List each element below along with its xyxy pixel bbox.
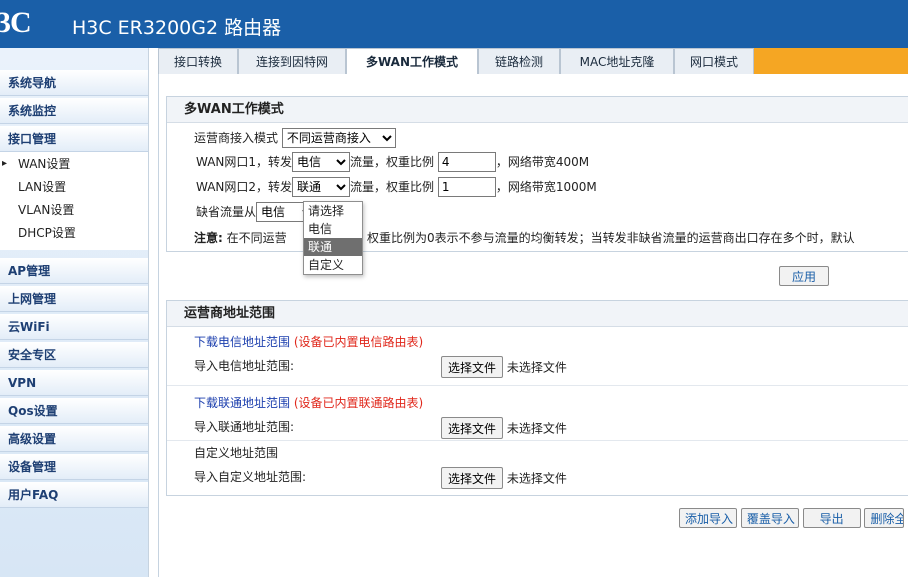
- h3c-logo: 3C: [0, 6, 32, 39]
- telecom-download-row: 下载电信地址范围 (设备已内置电信路由表): [194, 333, 423, 350]
- sidebar-item-system-monitor[interactable]: 系统监控: [0, 98, 148, 124]
- wan2-weight-label: 流量，权重比例: [350, 180, 435, 194]
- telecom-file-row: 选择文件 未选择文件: [441, 356, 567, 378]
- sidebar-item-vpn[interactable]: VPN: [0, 370, 148, 396]
- sidebar-item-security[interactable]: 安全专区: [0, 342, 148, 368]
- isp-mode-select[interactable]: 不同运营商接入: [281, 128, 396, 148]
- panel-title: 运营商地址范围: [167, 301, 908, 327]
- wan1-bandwidth: ，网络带宽400M: [495, 155, 590, 169]
- isp-mode-label: 运营商接入模式: [194, 131, 279, 145]
- dropdown-option-please-select[interactable]: 请选择: [304, 202, 362, 220]
- custom-file-row: 选择文件 未选择文件: [441, 467, 567, 489]
- wan2-label: WAN网口2，转发: [196, 180, 293, 194]
- default-traffic-row: 缺省流量从 电信: [196, 202, 317, 222]
- tab-port-mode[interactable]: 网口模式: [674, 48, 754, 74]
- unicom-no-file-text: 未选择文件: [506, 421, 567, 436]
- custom-choose-file-button[interactable]: 选择文件: [441, 467, 504, 489]
- tab-mac-clone[interactable]: MAC地址克隆: [560, 48, 674, 74]
- note-text-start: 在不同运营: [226, 231, 287, 245]
- dropdown-option-custom[interactable]: 自定义: [304, 256, 362, 274]
- unicom-import-row: 导入联通地址范围:: [194, 418, 294, 435]
- sidebar-item-cloud-wifi[interactable]: 云WiFi: [0, 314, 148, 340]
- sidebar-item-advanced[interactable]: 高级设置: [0, 426, 148, 452]
- default-traffic-dropdown: 请选择 电信 联通 自定义: [303, 201, 363, 275]
- custom-import-label: 导入自定义地址范围:: [194, 470, 307, 484]
- export-button[interactable]: 导出: [802, 508, 861, 528]
- top-header: 3C H3C ER3200G2 路由器: [0, 0, 908, 48]
- sidebar-subitem-vlan[interactable]: VLAN设置: [0, 199, 148, 221]
- panel-title: 多WAN工作模式: [167, 97, 908, 123]
- custom-range-title: 自定义地址范围: [194, 446, 279, 460]
- sidebar-subitem-dhcp[interactable]: DHCP设置: [0, 222, 148, 244]
- sidebar-item-internet-mgmt[interactable]: 上网管理: [0, 286, 148, 312]
- sidebar-subitem-lan[interactable]: LAN设置: [0, 176, 148, 198]
- sidebar-subitem-wan[interactable]: ▸ WAN设置: [0, 153, 148, 175]
- telecom-builtin-note: (设备已内置电信路由表): [293, 335, 424, 349]
- caret-right-icon: ▸: [2, 158, 8, 169]
- tab-bar: 接口转换 连接到因特网 多WAN工作模式 链路检测 MAC地址克隆 网口模式: [158, 48, 908, 74]
- wan2-weight-input[interactable]: [437, 177, 496, 197]
- tab-multi-wan-mode[interactable]: 多WAN工作模式: [346, 48, 478, 74]
- dropdown-option-unicom[interactable]: 联通: [304, 238, 362, 256]
- bottom-actions: 添加导入 覆盖导入 导出 删除全: [679, 508, 905, 528]
- wan1-isp-select[interactable]: 电信: [292, 152, 351, 172]
- telecom-no-file-text: 未选择文件: [506, 360, 567, 375]
- note-label: 注意:: [194, 231, 223, 245]
- section-divider: [167, 385, 908, 386]
- unicom-download-row: 下载联通地址范围 (设备已内置联通路由表): [194, 394, 423, 411]
- add-import-button[interactable]: 添加导入: [679, 508, 737, 528]
- tab-connect-internet[interactable]: 连接到因特网: [238, 48, 346, 74]
- unicom-builtin-note: (设备已内置联通路由表): [293, 396, 424, 410]
- app-title: H3C ER3200G2 路由器: [72, 17, 282, 39]
- wan1-row: WAN网口1，转发电信流量，权重比例 ，网络带宽400M: [196, 152, 589, 172]
- delete-all-button[interactable]: 删除全: [864, 508, 905, 528]
- sidebar-item-device-mgmt[interactable]: 设备管理: [0, 454, 148, 480]
- unicom-choose-file-button[interactable]: 选择文件: [441, 417, 504, 439]
- telecom-download-link[interactable]: 下载电信地址范围: [194, 335, 290, 349]
- apply-row: 应用: [779, 266, 829, 286]
- unicom-file-row: 选择文件 未选择文件: [441, 417, 567, 439]
- sidebar-divider: [148, 48, 158, 577]
- custom-no-file-text: 未选择文件: [506, 471, 567, 486]
- telecom-import-label: 导入电信地址范围:: [194, 359, 295, 373]
- wan1-label: WAN网口1，转发: [196, 155, 293, 169]
- telecom-import-row: 导入电信地址范围:: [194, 357, 294, 374]
- wan2-row: WAN网口2，转发联通流量，权重比例 ，网络带宽1000M: [196, 177, 597, 197]
- sidebar-item-user-faq[interactable]: 用户FAQ: [0, 482, 148, 508]
- wan2-isp-select[interactable]: 联通: [292, 177, 351, 197]
- sidebar-subitem-label: WAN设置: [18, 157, 71, 171]
- wan1-weight-label: 流量，权重比例: [350, 155, 435, 169]
- custom-title-row: 自定义地址范围: [194, 444, 278, 461]
- tab-link-detection[interactable]: 链路检测: [478, 48, 560, 74]
- sidebar-item-interface-mgmt[interactable]: 接口管理: [0, 126, 148, 152]
- sidebar-item-qos[interactable]: Qos设置: [0, 398, 148, 424]
- wan1-weight-input[interactable]: [437, 152, 496, 172]
- section-divider: [167, 440, 908, 441]
- overwrite-import-button[interactable]: 覆盖导入: [740, 508, 799, 528]
- dropdown-option-telecom[interactable]: 电信: [304, 220, 362, 238]
- sidebar-item-ap-mgmt[interactable]: AP管理: [0, 258, 148, 284]
- telecom-choose-file-button[interactable]: 选择文件: [441, 356, 504, 378]
- custom-import-row: 导入自定义地址范围:: [194, 468, 306, 485]
- tab-interface-switch[interactable]: 接口转换: [158, 48, 238, 74]
- unicom-import-label: 导入联通地址范围:: [194, 420, 295, 434]
- default-traffic-label: 缺省流量从: [196, 205, 257, 219]
- unicom-download-link[interactable]: 下载联通地址范围: [194, 396, 290, 410]
- note-row: 注意: 在不同运营: [194, 229, 287, 246]
- note-text-end: 权重比例为0表示不参与流量的均衡转发；当转发非缺省流量的运营商出口存在多个时，默…: [367, 231, 855, 245]
- sidebar-item-system-nav[interactable]: 系统导航: [0, 70, 148, 96]
- note-row-tail: 权重比例为0表示不参与流量的均衡转发；当转发非缺省流量的运营商出口存在多个时，默…: [367, 229, 855, 246]
- wan2-bandwidth: ，网络带宽1000M: [495, 180, 597, 194]
- isp-mode-row: 运营商接入模式 不同运营商接入: [194, 128, 396, 148]
- apply-button[interactable]: 应用: [779, 266, 829, 286]
